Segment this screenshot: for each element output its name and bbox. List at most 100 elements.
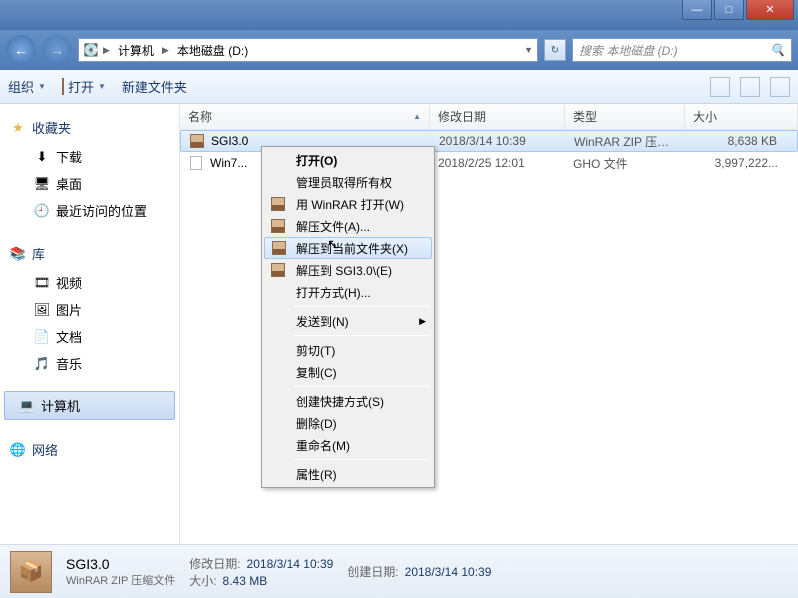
search-icon: 🔍 — [770, 43, 785, 57]
menu-separator — [294, 386, 430, 387]
file-type: GHO 文件 — [565, 155, 685, 172]
context-menu-label: 发送到(N) — [296, 313, 349, 330]
sidebar-item-label: 下载 — [56, 147, 82, 166]
status-created-val: 2018/3/14 10:39 — [405, 565, 492, 579]
video-icon: 🎞 — [34, 275, 50, 291]
context-menu-label: 重命名(M) — [296, 437, 350, 454]
menu-separator — [294, 306, 430, 307]
column-type[interactable]: 类型 — [565, 104, 685, 129]
minimize-button[interactable]: — — [682, 0, 712, 20]
search-placeholder: 搜索 本地磁盘 (D:) — [579, 42, 678, 59]
close-button[interactable]: ✕ — [746, 0, 794, 20]
status-size-key: 大小: — [189, 572, 216, 589]
forward-button[interactable]: → — [42, 35, 72, 65]
music-icon: 🎵 — [34, 356, 50, 372]
sidebar-item-docs[interactable]: 📄文档 — [0, 323, 179, 350]
sidebar-item-pictures[interactable]: 🖼 图片 — [0, 296, 179, 323]
libraries-header[interactable]: 📚 库 — [0, 238, 179, 269]
file-name: SGI3.0 — [211, 134, 248, 148]
recent-icon: 🕘 — [34, 203, 50, 219]
context-menu-item[interactable]: 重命名(M) — [264, 434, 432, 456]
context-menu-label: 剪切(T) — [296, 342, 335, 359]
column-label: 名称 — [188, 108, 212, 125]
star-icon: ★ — [10, 120, 26, 136]
context-menu-item[interactable]: 打开方式(H)... — [264, 281, 432, 303]
picture-icon: 🖼 — [34, 302, 50, 318]
breadcrumb[interactable]: 本地磁盘 (D:) — [173, 42, 252, 59]
sidebar-item-network[interactable]: 🌐 网络 — [0, 434, 179, 465]
winrar-icon — [189, 133, 205, 149]
view-options-button[interactable] — [710, 77, 730, 97]
search-input[interactable]: 搜索 本地磁盘 (D:) 🔍 — [572, 38, 792, 62]
navigation-pane: ★ 收藏夹 ⬇ 下载 🖥桌面 🕘 最近访问的位置 📚 库 🎞 视频 🖼 图片 📄文档 🎵… — [0, 104, 180, 544]
context-menu-item[interactable]: 管理员取得所有权 — [264, 171, 432, 193]
help-button[interactable] — [770, 77, 790, 97]
status-created-key: 创建日期: — [347, 563, 398, 580]
sidebar-item-desktop[interactable]: 🖥桌面 — [0, 170, 179, 197]
sidebar-item-label: 音乐 — [56, 354, 82, 373]
navigation-bar: ← → 💽 ▶ 计算机 ▶ 本地磁盘 (D:) ▼ ↻ 搜索 本地磁盘 (D:)… — [0, 30, 798, 70]
column-label: 修改日期 — [438, 108, 486, 125]
open-button[interactable]: 打开 ▼ — [62, 77, 106, 96]
sidebar-item-downloads[interactable]: ⬇ 下载 — [0, 143, 179, 170]
column-date[interactable]: 修改日期 — [430, 104, 565, 129]
window-titlebar: — □ ✕ — [0, 0, 798, 30]
context-menu-item[interactable]: 复制(C) — [264, 361, 432, 383]
organize-button[interactable]: 组织 ▼ — [8, 77, 46, 96]
context-menu-label: 解压文件(A)... — [296, 218, 370, 235]
sidebar-item-label: 图片 — [56, 300, 82, 319]
network-icon: 🌐 — [10, 442, 26, 458]
computer-icon: 💻 — [19, 398, 35, 414]
breadcrumb[interactable]: 计算机 — [114, 42, 158, 59]
chevron-right-icon: ▶ — [162, 45, 169, 56]
context-menu-label: 解压到 SGI3.0\(E) — [296, 262, 392, 279]
context-menu-item[interactable]: 剪切(T) — [264, 339, 432, 361]
context-menu-item[interactable]: 创建快捷方式(S) — [264, 390, 432, 412]
address-bar[interactable]: 💽 ▶ 计算机 ▶ 本地磁盘 (D:) ▼ — [78, 38, 538, 62]
context-menu-label: 管理员取得所有权 — [296, 174, 392, 191]
libraries-label: 库 — [32, 244, 45, 263]
context-menu-item[interactable]: 解压文件(A)... — [264, 215, 432, 237]
favorites-header[interactable]: ★ 收藏夹 — [0, 112, 179, 143]
chevron-down-icon[interactable]: ▼ — [524, 45, 533, 55]
sidebar-item-recent[interactable]: 🕘 最近访问的位置 — [0, 197, 179, 224]
column-name[interactable]: 名称▲ — [180, 104, 430, 129]
status-subtitle: WinRAR ZIP 压缩文件 — [66, 572, 175, 588]
context-menu-item[interactable]: 用 WinRAR 打开(W) — [264, 193, 432, 215]
desktop-icon: 🖥 — [34, 176, 50, 192]
file-type: WinRAR ZIP 压缩... — [566, 133, 686, 150]
column-size[interactable]: 大小 — [685, 104, 798, 129]
context-menu-label: 解压到当前文件夹(X) — [296, 240, 408, 257]
context-menu-item[interactable]: 解压到 SGI3.0\(E) — [264, 259, 432, 281]
back-button[interactable]: ← — [6, 35, 36, 65]
context-menu-item[interactable]: 打开(O) — [264, 149, 432, 171]
download-icon: ⬇ — [34, 149, 50, 165]
sidebar-item-computer[interactable]: 💻 计算机 — [4, 391, 175, 420]
context-menu-label: 属性(R) — [296, 466, 337, 483]
status-size-val: 8.43 MB — [223, 574, 268, 588]
file-icon — [188, 155, 204, 171]
chevron-right-icon: ▶ — [419, 316, 426, 327]
file-name: Win7... — [210, 156, 247, 170]
context-menu-item[interactable]: 解压到当前文件夹(X) — [264, 237, 432, 259]
sidebar-item-label: 网络 — [32, 440, 58, 459]
context-menu-item[interactable]: 发送到(N) ▶ — [264, 310, 432, 332]
winrar-icon: 📦 — [10, 551, 52, 593]
sidebar-item-label: 视频 — [56, 273, 82, 292]
sidebar-item-videos[interactable]: 🎞 视频 — [0, 269, 179, 296]
library-icon: 📚 — [10, 246, 26, 262]
sidebar-item-label: 文档 — [56, 327, 82, 346]
chevron-down-icon: ▼ — [38, 82, 46, 91]
sidebar-item-label: 最近访问的位置 — [56, 201, 147, 220]
context-menu-item[interactable]: 属性(R) — [264, 463, 432, 485]
preview-pane-button[interactable] — [740, 77, 760, 97]
winrar-icon — [271, 240, 287, 256]
maximize-button[interactable]: □ — [714, 0, 744, 20]
refresh-button[interactable]: ↻ — [544, 39, 566, 61]
context-menu-label: 删除(D) — [296, 415, 337, 432]
winrar-icon — [270, 218, 286, 234]
context-menu-item[interactable]: 删除(D) — [264, 412, 432, 434]
sidebar-item-music[interactable]: 🎵 音乐 — [0, 350, 179, 377]
file-date: 2018/3/14 10:39 — [431, 134, 566, 148]
new-folder-button[interactable]: 新建文件夹 — [122, 77, 187, 96]
